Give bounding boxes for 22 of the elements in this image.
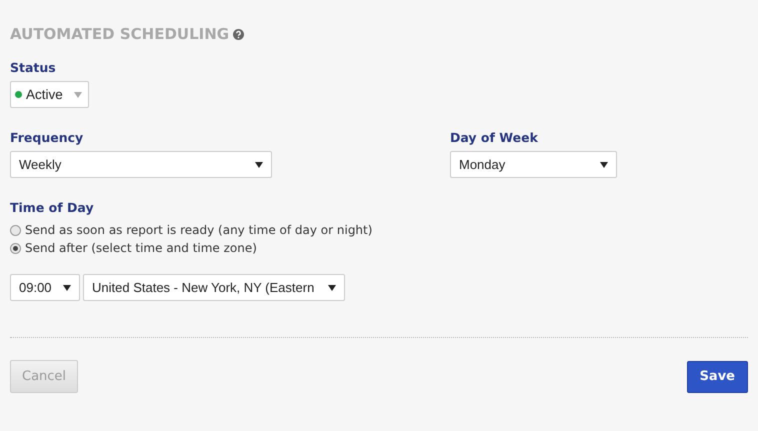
radio-button[interactable] — [10, 224, 21, 236]
help-icon[interactable] — [233, 28, 244, 40]
time-select[interactable]: 09:00 — [10, 274, 80, 301]
save-button[interactable]: Save — [686, 360, 748, 392]
status-value: Active — [26, 87, 63, 102]
field-label: Time of Day — [10, 200, 95, 215]
radio-label[interactable]: Send as soon as report is ready (any time of day or night) — [25, 223, 372, 237]
field-label: Status — [10, 60, 57, 75]
caret-icon — [600, 162, 608, 168]
field-label: Day of Week — [450, 130, 539, 145]
frequency-select[interactable]: Weekly — [10, 151, 272, 178]
day-select[interactable]: Monday — [450, 151, 617, 178]
caret-icon — [328, 284, 336, 290]
field-label: Frequency — [10, 130, 84, 145]
radio-label[interactable]: Send after (select time and time zone) — [25, 241, 257, 255]
caret-icon — [74, 92, 82, 98]
caret-icon — [255, 162, 263, 168]
section-title: AUTOMATED SCHEDULING — [10, 25, 230, 43]
radio-button[interactable] — [10, 242, 21, 254]
timezone-select[interactable]: United States - New York, NY (Eastern — [83, 274, 345, 301]
caret-icon — [63, 284, 71, 290]
status-select[interactable]: Active — [10, 81, 89, 108]
